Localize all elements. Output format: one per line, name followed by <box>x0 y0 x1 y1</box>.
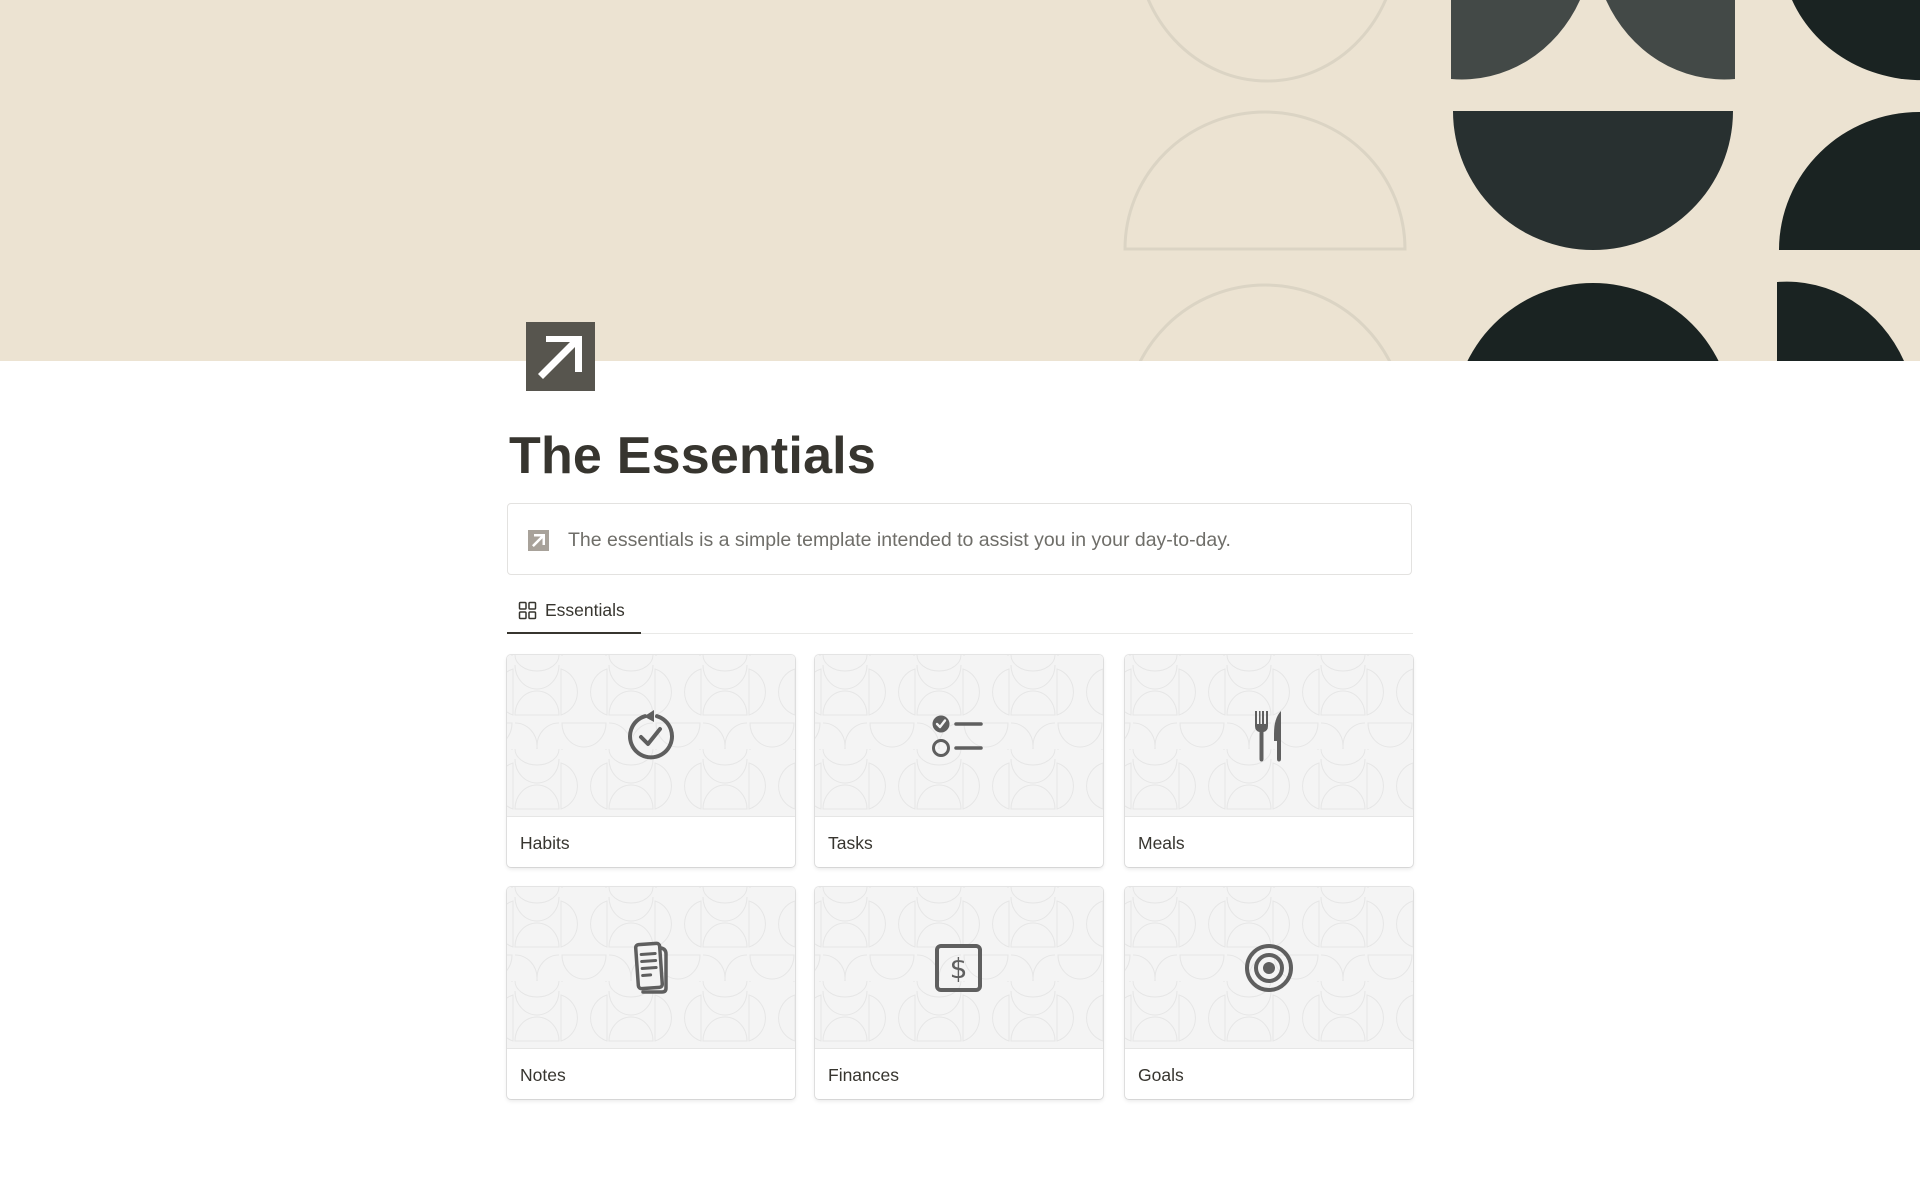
cover-outline-shapes <box>1123 0 1407 361</box>
card-title: Finances <box>828 1065 900 1085</box>
card-title: Goals <box>1138 1065 1184 1085</box>
checklist-icon <box>932 715 983 757</box>
arrow-up-right-icon <box>538 336 582 379</box>
gallery-card-meals[interactable]: Meals <box>1125 655 1413 867</box>
page-icon[interactable] <box>526 322 595 391</box>
active-tab-indicator <box>507 632 641 634</box>
tab-divider <box>507 633 1413 634</box>
target-icon <box>1245 944 1293 992</box>
gallery-card-goals[interactable]: Goals <box>1125 887 1413 1099</box>
tab-label: Essentials <box>545 600 625 620</box>
dollar-icon: $ <box>935 944 982 992</box>
page-title[interactable]: The Essentials <box>509 425 876 487</box>
card-cover <box>815 655 1103 817</box>
cover-dark-quarter-right <box>1778 111 1920 250</box>
card-title: Tasks <box>828 833 873 853</box>
document-icon <box>633 941 668 994</box>
card-cover <box>1125 887 1413 1049</box>
page-cover <box>0 0 1920 361</box>
cover-dark-bowl <box>1453 111 1733 250</box>
arrow-up-right-icon <box>528 530 549 551</box>
card-title: Meals <box>1138 833 1185 853</box>
cover-dark-dome <box>1467 283 1719 361</box>
cover-outline-bowl <box>1146 0 1388 83</box>
cover-outline-dome <box>1123 110 1407 251</box>
gallery-card-finances[interactable]: $ Finances <box>815 887 1103 1099</box>
card-title: Habits <box>520 833 570 853</box>
card-cover: $ <box>815 887 1103 1049</box>
svg-text:$: $ <box>950 952 968 985</box>
habit-repeat-check-icon <box>628 710 674 760</box>
card-cover <box>1125 655 1413 817</box>
cover-dark-bowl-right <box>1792 0 1920 81</box>
gallery-grid-icon <box>518 601 537 620</box>
gallery-card-habits[interactable]: Habits <box>507 655 795 867</box>
cover-outline-dome-lower <box>1138 283 1392 361</box>
cover-dark-quarter-lower-right <box>1777 281 1904 361</box>
cover-pattern <box>1123 0 1920 361</box>
callout-text: The essentials is a simple template inte… <box>568 529 1231 551</box>
gallery-card-tasks[interactable]: Tasks <box>815 655 1103 867</box>
callout-block[interactable]: The essentials is a simple template inte… <box>507 503 1412 575</box>
card-cover <box>507 655 795 817</box>
tab-essentials[interactable]: Essentials <box>507 590 641 634</box>
card-cover <box>507 887 795 1049</box>
cover-dark-notched-block <box>1451 0 1735 80</box>
gallery-card-notes[interactable]: Notes <box>507 887 795 1099</box>
fork-knife-icon <box>1255 711 1281 762</box>
view-tabs: Essentials <box>507 590 1413 634</box>
card-title: Notes <box>520 1065 566 1085</box>
